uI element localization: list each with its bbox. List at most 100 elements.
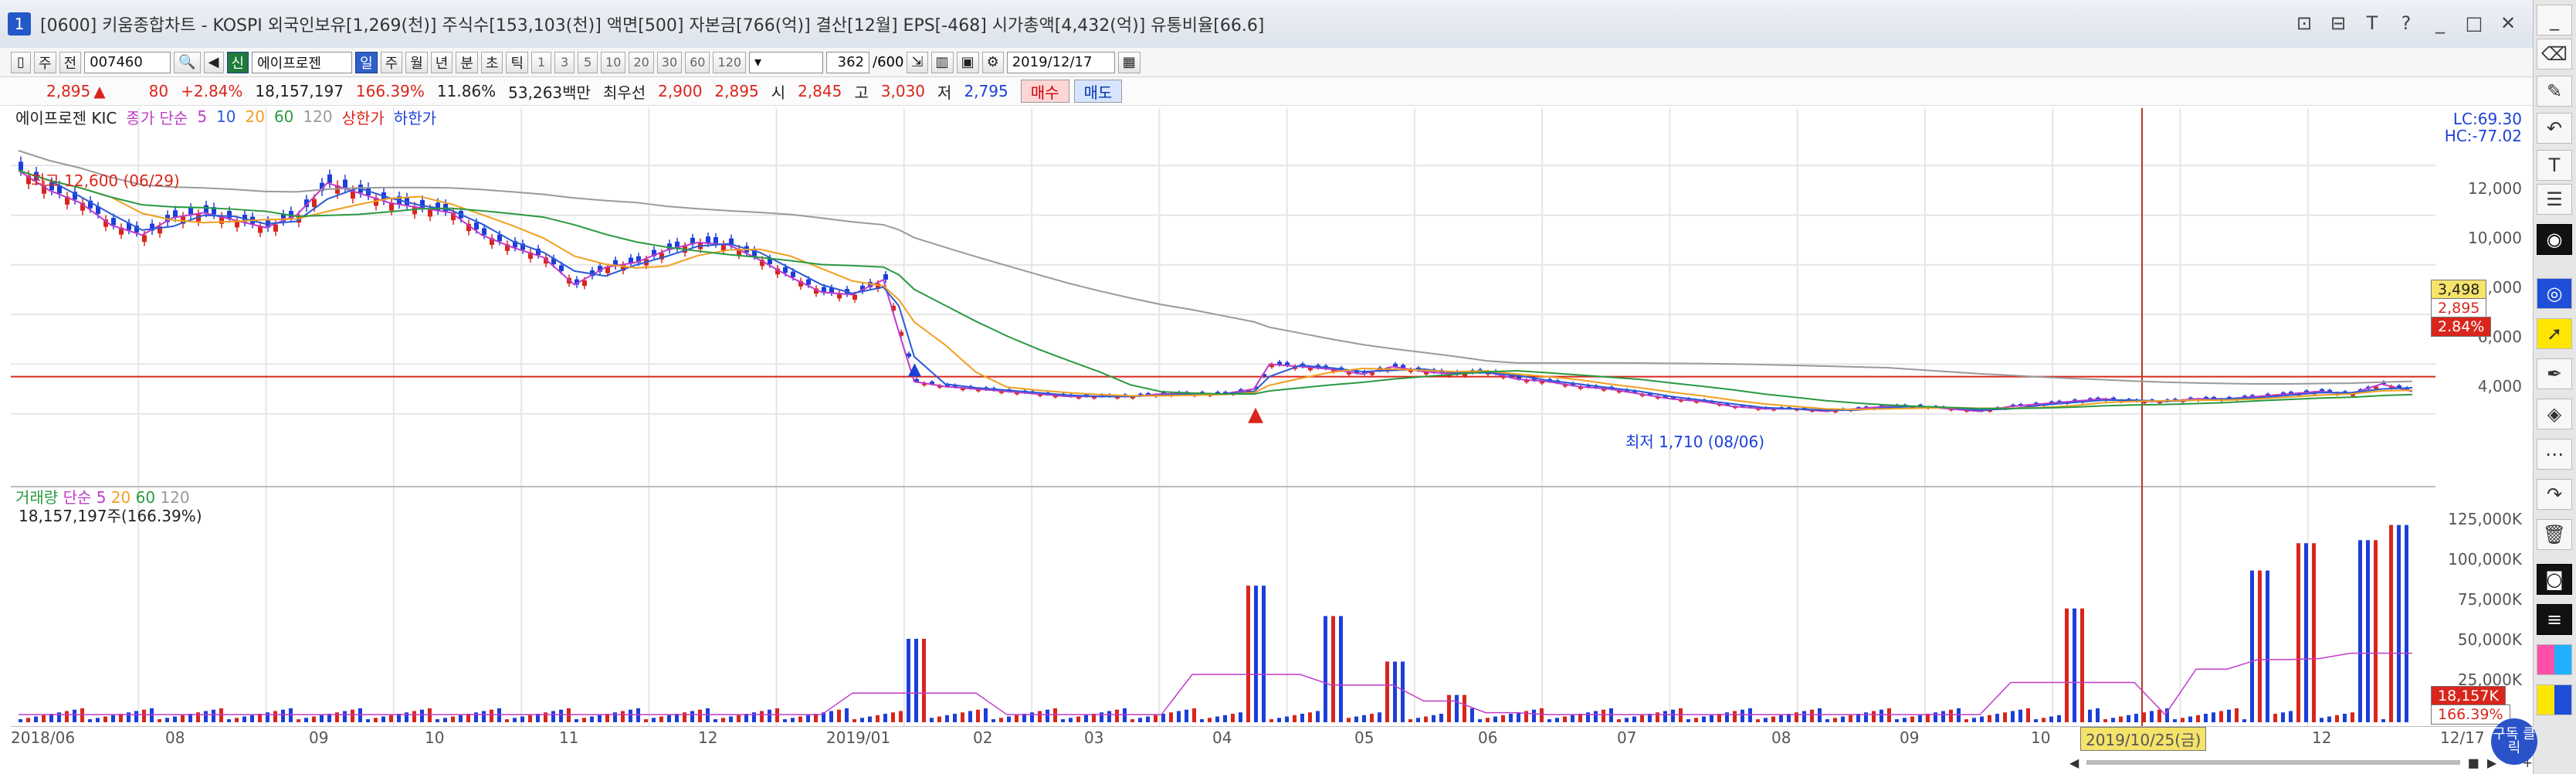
chart-type-icon[interactable]: ▥ xyxy=(930,51,954,73)
volume-bar xyxy=(73,709,76,722)
camera-icon[interactable]: ◙ xyxy=(2537,564,2572,595)
interval-button[interactable]: 1 xyxy=(531,51,552,73)
volume-bar xyxy=(845,708,849,722)
subscribe-badge[interactable]: 구독 클릭 xyxy=(2491,718,2537,765)
tab-daily[interactable]: 일 xyxy=(355,51,378,73)
volume-bar xyxy=(1161,714,1165,722)
volume-bar xyxy=(1964,719,1968,722)
volume-bar xyxy=(1285,716,1289,722)
change-rate: +2.84% xyxy=(181,82,243,100)
volume-bar xyxy=(1903,718,1907,722)
color-palette-icon[interactable] xyxy=(2537,644,2572,675)
new-label-button[interactable]: 신 xyxy=(226,51,249,73)
close-button[interactable]: ✕ xyxy=(2497,12,2519,34)
color-palette-icon[interactable] xyxy=(2537,684,2572,715)
eye-icon[interactable]: ◎ xyxy=(2537,278,2572,309)
volume-bar xyxy=(1934,712,1937,722)
play-icon[interactable]: ▶ xyxy=(2487,755,2496,770)
redo-icon[interactable]: ↷ xyxy=(2537,479,2572,510)
volume-bar xyxy=(2127,715,2130,722)
cursor-icon[interactable]: ➚ xyxy=(2537,318,2572,349)
volume-bar xyxy=(636,708,640,722)
buy-button[interactable]: 매수 xyxy=(1020,80,1069,103)
stock-name-field[interactable]: 에이프로젠 xyxy=(252,51,353,73)
stock-code-input[interactable]: 007460 xyxy=(84,51,171,73)
volume-bar xyxy=(775,708,779,722)
pencil-icon[interactable]: ✎ xyxy=(2537,76,2572,107)
candle-body xyxy=(713,237,718,244)
maximize-button[interactable]: □ xyxy=(2463,12,2485,34)
interval-button[interactable]: 5 xyxy=(578,51,598,73)
interval-button[interactable]: 3 xyxy=(554,51,575,73)
volume-bar xyxy=(798,716,802,722)
volume-bar xyxy=(1656,712,1659,722)
minimize-button[interactable]: _ xyxy=(2429,12,2451,34)
all-select[interactable]: 전 xyxy=(59,51,82,73)
volume-bar xyxy=(1177,711,1181,722)
restore-layout-icon[interactable]: ⊡ xyxy=(2293,12,2315,34)
tab-weekly[interactable]: 주 xyxy=(380,51,403,73)
volume-bar xyxy=(1200,719,1204,722)
help-icon[interactable]: ? xyxy=(2395,12,2417,34)
volume-bar xyxy=(1100,712,1103,722)
split-icon[interactable]: ⊟ xyxy=(2327,12,2349,34)
volume-tick: 75,000K xyxy=(2457,590,2522,609)
search-icon[interactable]: 🔍 xyxy=(174,51,201,73)
menu-icon[interactable]: ≡ xyxy=(2537,604,2572,635)
custom-interval-dropdown[interactable]: ▾ xyxy=(749,51,824,73)
interval-button[interactable]: 10 xyxy=(601,51,626,73)
calendar-icon[interactable]: ▦ xyxy=(1117,51,1141,73)
volume-bar xyxy=(1771,716,1775,722)
volume-bar xyxy=(2289,711,2293,722)
lightbulb-icon[interactable]: ◉ xyxy=(2537,224,2572,255)
scroll-track[interactable] xyxy=(2086,760,2460,765)
text-tool-icon[interactable]: T xyxy=(2537,150,2572,181)
volume-bar xyxy=(1447,694,1451,722)
stop-icon[interactable]: ■ xyxy=(2468,755,2479,770)
date-input[interactable]: 2019/12/17 xyxy=(1006,51,1115,73)
price-volume-chart[interactable]: ▲▲ xyxy=(11,108,2435,726)
dots-icon[interactable]: ⋯ xyxy=(2537,439,2572,470)
tab-monthly[interactable]: 월 xyxy=(405,51,428,73)
volume-bar xyxy=(312,716,316,722)
market-select[interactable]: 주 xyxy=(34,51,56,73)
volume-bar xyxy=(706,708,710,722)
interval-button[interactable]: 60 xyxy=(685,51,710,73)
date-axis: 2018/06 08 09 10 11 12 2019/01 02 03 04 … xyxy=(11,726,2533,751)
volume-bar xyxy=(1910,716,1914,722)
volume-bar xyxy=(273,711,277,722)
undo-icon[interactable]: ↶ xyxy=(2537,113,2572,144)
volume-bar xyxy=(1988,715,1991,722)
tab-yearly[interactable]: 년 xyxy=(430,51,453,73)
candle-body xyxy=(343,179,347,188)
sell-button[interactable]: 매도 xyxy=(1073,80,1123,103)
interval-button[interactable]: 120 xyxy=(713,51,747,73)
minimize-icon[interactable]: _ xyxy=(2537,5,2572,36)
scroll-left-icon[interactable]: ◀ xyxy=(2069,755,2079,770)
tab-minute[interactable]: 분 xyxy=(456,51,478,73)
high-label: 고 xyxy=(854,83,869,102)
volume-bar xyxy=(2335,715,2339,722)
eraser-icon[interactable]: ⌫ xyxy=(2537,39,2572,70)
interval-button[interactable]: 30 xyxy=(656,51,683,73)
list-icon[interactable]: ☰ xyxy=(2537,184,2572,215)
data-count-input[interactable]: 362 xyxy=(826,51,870,73)
tab-second[interactable]: 초 xyxy=(480,51,503,73)
trash-icon[interactable]: 🗑 xyxy=(2537,519,2572,550)
bucket-icon[interactable]: ◈ xyxy=(2537,399,2572,429)
volume-bar xyxy=(1849,715,1852,722)
sound-icon[interactable]: ◀ xyxy=(203,51,224,73)
pen-icon[interactable]: ✒ xyxy=(2537,358,2572,389)
settings-icon[interactable]: ⚙ xyxy=(981,51,1004,73)
volume-bar xyxy=(883,714,887,722)
save-icon[interactable]: ▣ xyxy=(956,51,979,73)
zoom-icon[interactable]: ⇲ xyxy=(907,51,928,73)
crosshair-date-tag: 2019/10/25(금) xyxy=(2080,727,2207,751)
volume-bar xyxy=(1215,716,1219,722)
screen-toggle-icon[interactable]: ▯ xyxy=(11,51,31,73)
volume-bar xyxy=(2389,524,2393,722)
text-icon[interactable]: T xyxy=(2361,12,2383,34)
tab-tick[interactable]: 틱 xyxy=(506,51,529,73)
interval-button[interactable]: 20 xyxy=(629,51,654,73)
volume-bar xyxy=(2142,712,2146,722)
